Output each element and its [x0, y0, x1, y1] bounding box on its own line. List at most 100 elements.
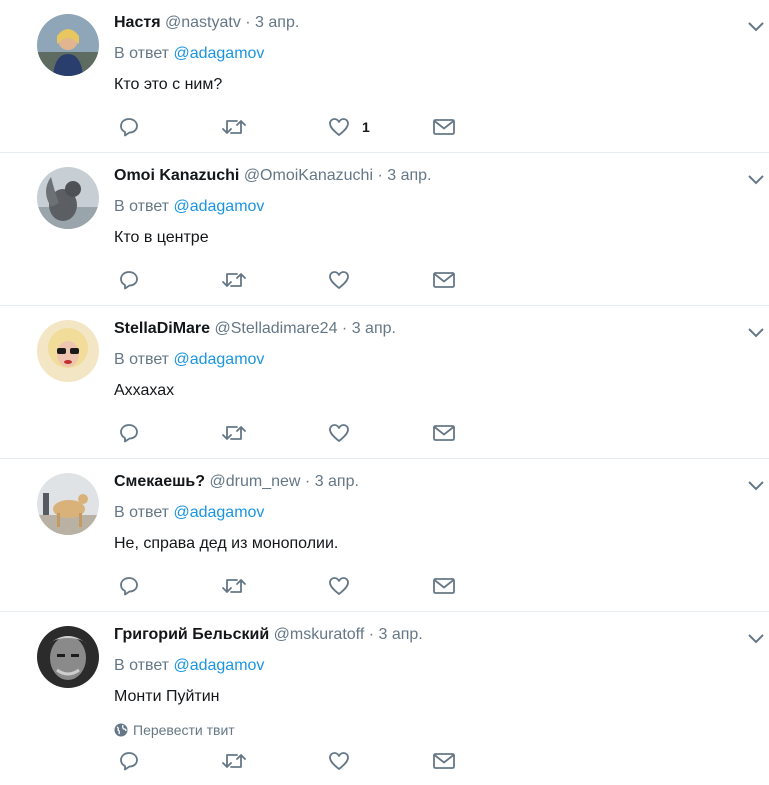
tweet[interactable]: Настя @nastyatv · 3 апр. В ответ @adagam… [0, 0, 769, 153]
author-handle[interactable]: @mskuratoff [274, 626, 365, 643]
tweet-text: Кто это с ним? [114, 76, 223, 93]
reply-mention-link[interactable]: @adagamov [173, 351, 264, 368]
avatar[interactable] [37, 167, 99, 229]
tweet-actions [114, 422, 474, 446]
direct-message-button[interactable] [432, 269, 456, 291]
direct-message-button[interactable] [432, 750, 456, 772]
like-button[interactable] [328, 269, 362, 291]
reply-button[interactable] [118, 750, 140, 772]
retweet-icon [222, 579, 246, 593]
retweet-icon [222, 754, 246, 768]
tweet-text: Аххахах [114, 382, 175, 399]
reply-context: В ответ @adagamov [114, 196, 729, 218]
retweet-icon [222, 273, 246, 287]
reply-mention-link[interactable]: @adagamov [173, 504, 264, 521]
tweet-text: Кто в центре [114, 229, 209, 246]
author-name[interactable]: StellaDiMare [114, 320, 210, 337]
retweet-button[interactable] [221, 422, 247, 444]
reply-icon [120, 577, 138, 596]
retweet-button[interactable] [221, 116, 247, 138]
separator-dot: · [304, 473, 311, 490]
separator-dot: · [341, 320, 348, 337]
retweet-icon [222, 120, 246, 134]
direct-message-button[interactable] [432, 575, 456, 597]
tweet-actions [114, 750, 474, 774]
chevron-down-icon[interactable] [746, 479, 766, 493]
avatar[interactable] [37, 320, 99, 382]
reply-context: В ответ @adagamov [114, 502, 729, 524]
envelope-icon [433, 272, 455, 288]
separator-dot: · [377, 167, 383, 184]
tweet[interactable]: Григорий Бельский @mskuratoff · 3 апр. В… [0, 612, 769, 784]
reply-icon [120, 118, 138, 137]
author-handle[interactable]: @Stelladimare24 [215, 320, 338, 337]
reply-prefix: В ответ [114, 198, 170, 215]
avatar[interactable] [37, 626, 99, 688]
timestamp[interactable]: 3 апр. [387, 167, 431, 184]
tweet-actions [114, 269, 474, 293]
envelope-icon [433, 119, 455, 135]
direct-message-button[interactable] [432, 422, 456, 444]
timestamp[interactable]: 3 апр. [352, 320, 396, 337]
reply-button[interactable] [118, 116, 140, 138]
reply-button[interactable] [118, 422, 140, 444]
reply-button[interactable] [118, 269, 140, 291]
direct-message-button[interactable] [432, 116, 456, 138]
like-count: 1 [362, 119, 370, 135]
tweet-text: Монти Пуйтин [114, 688, 220, 705]
timestamp[interactable]: 3 апр. [255, 14, 299, 31]
reply-mention-link[interactable]: @adagamov [173, 45, 264, 62]
reply-mention-link[interactable]: @adagamov [173, 657, 264, 674]
reply-context: В ответ @adagamov [114, 43, 729, 65]
chevron-down-icon[interactable] [746, 20, 766, 34]
retweet-button[interactable] [221, 750, 247, 772]
heart-icon [329, 752, 349, 770]
author-name[interactable]: Omoi Kanazuchi [114, 167, 239, 184]
tweet[interactable]: Смекаешь? @drum_new · 3 апр. В ответ @ad… [0, 459, 769, 612]
avatar[interactable] [37, 473, 99, 535]
avatar[interactable] [37, 14, 99, 76]
retweet-button[interactable] [221, 575, 247, 597]
envelope-icon [433, 753, 455, 769]
author-name[interactable]: Настя [114, 14, 161, 31]
like-button[interactable]: 1 [328, 116, 370, 138]
timestamp[interactable]: 3 апр. [379, 626, 423, 643]
separator-dot: · [245, 14, 251, 31]
author-handle[interactable]: @OmoiKanazuchi [244, 167, 373, 184]
author-handle[interactable]: @nastyatv [165, 14, 241, 31]
envelope-icon [433, 578, 455, 594]
like-button[interactable] [328, 750, 362, 772]
reply-context: В ответ @adagamov [114, 655, 729, 677]
chevron-down-icon[interactable] [746, 326, 766, 340]
like-button[interactable] [328, 422, 362, 444]
heart-icon [329, 271, 349, 289]
translate-tweet-link[interactable]: Перевести твит [114, 722, 729, 738]
reply-icon [120, 424, 138, 443]
reply-prefix: В ответ [114, 45, 170, 62]
reply-icon [120, 752, 138, 771]
author-name[interactable]: Григорий Бельский [114, 626, 269, 643]
tweet[interactable]: StellaDiMare @Stelladimare24 · 3 апр. В … [0, 306, 769, 459]
author-handle[interactable]: @drum_new [210, 473, 301, 490]
retweet-button[interactable] [221, 269, 247, 291]
reply-button[interactable] [118, 575, 140, 597]
tweet[interactable]: Omoi Kanazuchi @OmoiKanazuchi · 3 апр. В… [0, 153, 769, 306]
envelope-icon [433, 425, 455, 441]
reply-feed: Настя @nastyatv · 3 апр. В ответ @adagam… [0, 0, 769, 784]
chevron-down-icon[interactable] [746, 632, 766, 646]
reply-prefix: В ответ [114, 657, 170, 674]
reply-context: В ответ @adagamov [114, 349, 729, 371]
tweet-actions: 1 [114, 116, 474, 140]
reply-prefix: В ответ [114, 504, 170, 521]
author-name[interactable]: Смекаешь? [114, 473, 205, 490]
reply-mention-link[interactable]: @adagamov [173, 198, 264, 215]
heart-icon [329, 424, 349, 442]
timestamp[interactable]: 3 апр. [315, 473, 359, 490]
translate-label: Перевести твит [133, 722, 235, 738]
chevron-down-icon[interactable] [746, 173, 766, 187]
reply-prefix: В ответ [114, 351, 170, 368]
like-button[interactable] [328, 575, 362, 597]
separator-dot: · [368, 626, 375, 643]
globe-icon [114, 723, 128, 737]
retweet-icon [222, 426, 246, 440]
